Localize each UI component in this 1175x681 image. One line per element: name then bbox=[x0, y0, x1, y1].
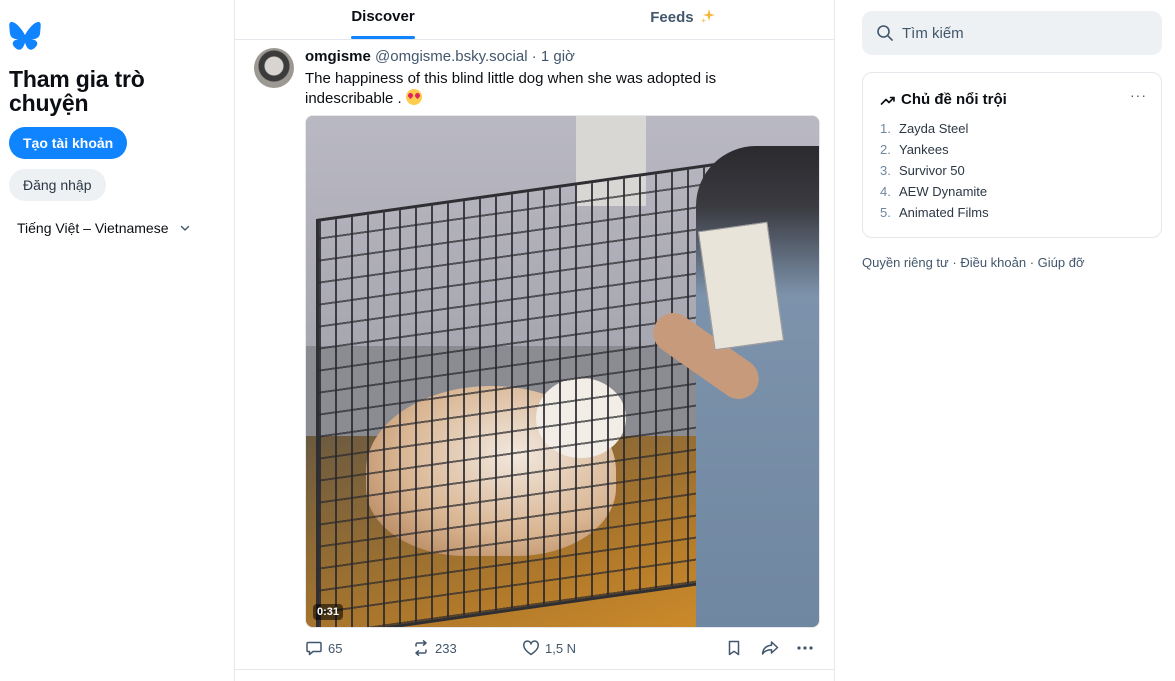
language-label: Tiếng Việt – Vietnamese bbox=[17, 220, 169, 236]
repost-icon bbox=[415, 640, 427, 656]
share-icon bbox=[761, 641, 779, 655]
trending-up-icon bbox=[880, 96, 895, 105]
trending-panel: Chủ đề nổi trội ··· 1. Zayda Steel 2. Yank… bbox=[862, 72, 1162, 238]
create-account-button[interactable]: Tạo tài khoản bbox=[9, 127, 128, 159]
language-selector[interactable]: Tiếng Việt – Vietnamese bbox=[17, 220, 191, 236]
post-actions: 65 233 1,5 N bbox=[305, 639, 820, 659]
ellipsis-icon bbox=[797, 646, 813, 650]
butterfly-icon[interactable] bbox=[9, 22, 41, 50]
trending-rank: 4. bbox=[880, 184, 891, 199]
post-text: The happiness of this blind little dog w… bbox=[305, 69, 785, 109]
tab-discover[interactable]: Discover bbox=[351, 0, 415, 40]
more-options-button[interactable] bbox=[796, 639, 814, 657]
author-avatar[interactable] bbox=[254, 48, 294, 88]
trending-label: Survivor 50 bbox=[899, 163, 965, 178]
trending-header: Chủ đề nổi trội bbox=[880, 91, 1007, 108]
left-sidebar: Tham gia trò chuyện Tạo tài khoản Đăng n… bbox=[0, 0, 234, 681]
bookmark-icon bbox=[728, 640, 740, 656]
trending-rank: 2. bbox=[880, 142, 891, 157]
trending-more-button[interactable]: ··· bbox=[1130, 87, 1147, 103]
tab-feeds-label: Feeds bbox=[650, 9, 694, 26]
terms-link[interactable]: Điều khoản bbox=[960, 255, 1026, 270]
share-button[interactable] bbox=[760, 639, 780, 657]
search-input[interactable] bbox=[902, 24, 1142, 42]
trending-item[interactable]: 4. AEW Dynamite bbox=[880, 184, 989, 205]
post-item[interactable]: omgisme @omgisme.bsky.social · 1 giờ The… bbox=[235, 40, 835, 670]
join-title: Tham gia trò chuyện bbox=[9, 66, 145, 116]
footer-separator: · bbox=[948, 255, 961, 270]
trending-label: Yankees bbox=[899, 142, 949, 157]
like-count: 1,5 N bbox=[545, 640, 577, 656]
post-header: omgisme @omgisme.bsky.social · 1 giờ bbox=[305, 48, 575, 66]
post-separator: · bbox=[531, 48, 537, 65]
main-feed: Discover Feeds omgisme @omgisme.bsky.soc… bbox=[234, 0, 835, 681]
trending-list: 1. Zayda Steel 2. Yankees 3. Survivor 50 4.… bbox=[880, 121, 989, 226]
post-handle[interactable]: @omgisme.bsky.social bbox=[375, 48, 528, 65]
right-sidebar: Chủ đề nổi trội ··· 1. Zayda Steel 2. Yank… bbox=[862, 0, 1162, 681]
video-player[interactable]: 0:31 bbox=[305, 115, 820, 628]
trending-rank: 3. bbox=[880, 163, 891, 178]
tab-feeds[interactable]: Feeds bbox=[648, 0, 718, 40]
bookmark-button[interactable] bbox=[725, 639, 743, 657]
trending-rank: 5. bbox=[880, 205, 891, 220]
chevron-down-icon bbox=[180, 225, 189, 231]
post-time[interactable]: 1 giờ bbox=[541, 48, 575, 65]
trending-title: Chủ đề nổi trội bbox=[901, 91, 1007, 108]
reply-icon bbox=[306, 641, 322, 656]
trending-item[interactable]: 1. Zayda Steel bbox=[880, 121, 989, 142]
post-body: The happiness of this blind little dog w… bbox=[305, 70, 717, 107]
trending-item[interactable]: 2. Yankees bbox=[880, 142, 989, 163]
reply-button[interactable]: 65 bbox=[305, 639, 342, 657]
repost-count: 233 bbox=[435, 640, 457, 656]
search-icon bbox=[877, 25, 893, 41]
footer-separator: · bbox=[1026, 255, 1038, 270]
trending-label: Zayda Steel bbox=[899, 121, 969, 136]
trending-rank: 1. bbox=[880, 121, 891, 136]
help-link[interactable]: Giúp đỡ bbox=[1038, 255, 1085, 270]
reply-count: 65 bbox=[328, 640, 343, 656]
footer-links: Quyền riêng tư · Điều khoản · Giúp đỡ bbox=[862, 255, 1084, 270]
sparkle-icon bbox=[700, 9, 715, 23]
repost-button[interactable]: 233 bbox=[412, 639, 457, 657]
trending-label: AEW Dynamite bbox=[899, 184, 988, 199]
video-duration: 0:31 bbox=[313, 604, 344, 620]
active-tab-indicator bbox=[351, 36, 415, 39]
search-box[interactable] bbox=[862, 11, 1162, 55]
feed-tabs: Discover Feeds bbox=[235, 0, 835, 40]
tab-discover-label: Discover bbox=[351, 8, 415, 25]
post-author[interactable]: omgisme bbox=[305, 48, 371, 65]
heart-eyes-emoji-icon bbox=[405, 89, 422, 105]
trending-label: Animated Films bbox=[899, 205, 989, 220]
sign-in-button[interactable]: Đăng nhập bbox=[9, 169, 106, 201]
privacy-link[interactable]: Quyền riêng tư bbox=[862, 255, 949, 270]
like-button[interactable]: 1,5 N bbox=[522, 639, 576, 657]
heart-icon bbox=[523, 640, 539, 656]
trending-item[interactable]: 3. Survivor 50 bbox=[880, 163, 989, 184]
trending-item[interactable]: 5. Animated Films bbox=[880, 205, 989, 226]
